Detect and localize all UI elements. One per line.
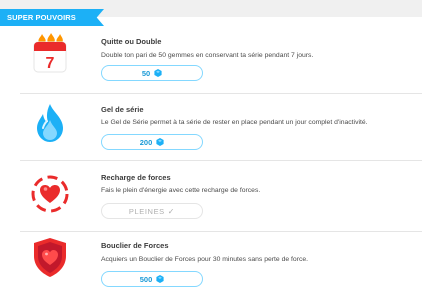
recharge-full-button[interactable]: PLEINES ✓ <box>101 203 203 219</box>
list-item-gel-de-serie: Gel de série Le Gel de Série permet à ta… <box>20 94 412 160</box>
calendar-day: 7 <box>46 55 55 72</box>
item-title: Bouclier de Forces <box>101 241 169 250</box>
gem-icon <box>154 69 162 77</box>
item-description: Acquiers un Bouclier de Forces pour 30 m… <box>101 256 309 263</box>
item-description: Fais le plein d'énergie avec cette recha… <box>101 187 261 194</box>
buy-bouclier-de-forces-button[interactable]: 500 <box>101 271 203 287</box>
gem-icon <box>156 138 164 146</box>
list-item-bouclier-de-forces: Bouclier de Forces Acquiers un Bouclier … <box>20 232 412 297</box>
price-label: 200 <box>139 137 153 147</box>
ice-flame-icon <box>37 104 63 142</box>
buy-gel-de-serie-button[interactable]: 200 <box>101 134 203 150</box>
section-title: SUPER POUVOIRS <box>7 13 76 22</box>
item-title: Quitte ou Double <box>101 37 162 46</box>
calendar-icon: 7 <box>33 33 67 73</box>
list-item-quitte-ou-double: 7 Quitte ou Double Double ton pari de 50… <box>20 27 412 93</box>
item-title: Recharge de forces <box>101 173 171 182</box>
item-description: Double ton pari de 50 gemmes en conserva… <box>101 52 314 59</box>
gem-icon <box>156 275 164 283</box>
price-label: 500 <box>139 274 153 284</box>
price-label: 50 <box>141 68 151 78</box>
status-label: PLEINES <box>128 206 165 216</box>
section-ribbon: SUPER POUVOIRS <box>0 9 104 26</box>
heart-refill-icon <box>31 175 69 213</box>
item-title: Gel de série <box>101 105 144 114</box>
buy-quitte-ou-double-button[interactable]: 50 <box>101 65 203 81</box>
checkmark-icon: ✓ <box>167 206 176 216</box>
list-item-recharge-de-forces: Recharge de forces Fais le plein d'énerg… <box>20 161 412 231</box>
heart-shield-icon <box>34 238 66 277</box>
item-description: Le Gel de Série permet à ta série de res… <box>101 119 368 126</box>
